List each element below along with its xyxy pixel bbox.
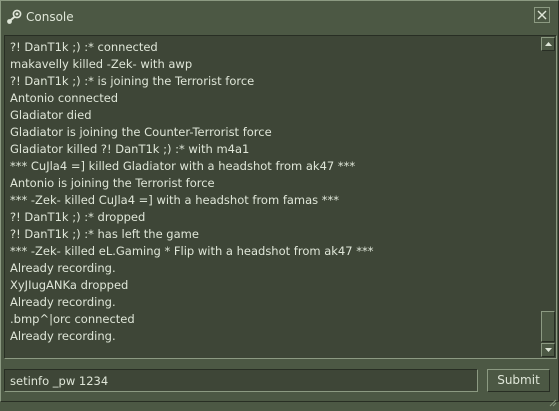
log-line: ?! DanT1k ;) :* has left the game: [10, 227, 199, 241]
log-line: Already recording.: [10, 261, 116, 275]
command-input[interactable]: [4, 369, 478, 392]
log-line: Antonio connected: [10, 91, 119, 105]
console-log-lines: ?! DanT1k ;) :* connected makavelly kille…: [10, 39, 530, 345]
log-line: XyJIugANKa dropped: [10, 278, 129, 292]
window-title: Console: [26, 10, 74, 24]
log-line: Gladiator is joining the Counter-Terrori…: [10, 125, 272, 139]
submit-button[interactable]: Submit: [487, 369, 550, 392]
log-line: *** CuJla4 =] killed Gladiator with a he…: [10, 159, 356, 173]
close-button[interactable]: [534, 7, 550, 23]
log-line: ?! DanT1k ;) :* dropped: [10, 210, 146, 224]
resize-grip-icon[interactable]: [549, 392, 557, 407]
log-line: Already recording.: [10, 329, 116, 343]
steam-icon: [6, 9, 22, 25]
scroll-up-button[interactable]: [541, 37, 555, 51]
log-line: *** -Zek- killed eL.Gaming * Flip with a…: [10, 244, 374, 258]
scroll-down-button[interactable]: [541, 343, 555, 357]
title-bar[interactable]: Console: [1, 1, 558, 33]
console-log[interactable]: ?! DanT1k ;) :* connected makavelly kille…: [4, 35, 557, 359]
log-line: Gladiator killed ?! DanT1k ;) :* with m4…: [10, 142, 250, 156]
scrollbar-thumb[interactable]: [541, 311, 555, 342]
log-line: .bmp^|orc connected: [10, 312, 135, 326]
vertical-scrollbar[interactable]: [540, 36, 556, 358]
console-window: Console ?! DanT1k ;) :* connected makavel…: [0, 0, 559, 407]
log-line: *** -Zek- killed CuJla4 =] with a headsh…: [10, 193, 340, 207]
log-line: Antonio is joining the Terrorist force: [10, 176, 215, 190]
log-line: Gladiator died: [10, 108, 92, 122]
log-line: ?! DanT1k ;) :* is joining the Terrorist…: [10, 74, 255, 88]
log-line: Already recording.: [10, 295, 116, 309]
log-line: makavelly killed -Zek- with awp: [10, 57, 193, 71]
log-line: ?! DanT1k ;) :* connected: [10, 40, 158, 54]
